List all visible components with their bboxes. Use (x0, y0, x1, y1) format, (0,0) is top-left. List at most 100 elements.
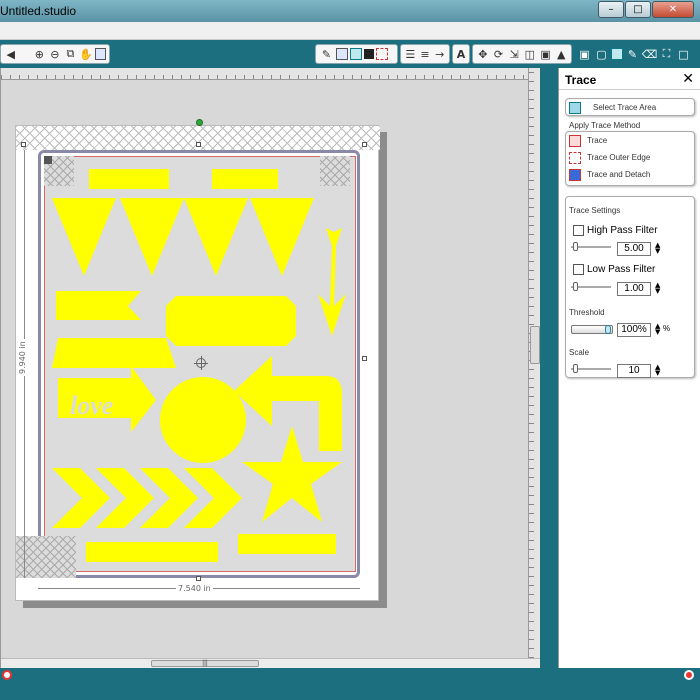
vertical-scroll-thumb[interactable] (530, 326, 540, 364)
select-trace-area-label: Select Trace Area (593, 103, 657, 112)
slider-knob[interactable] (573, 282, 578, 291)
flip-icon[interactable]: ◫ (523, 47, 537, 62)
scale-value-field[interactable]: 10 (617, 364, 651, 378)
window-title: Untitled.studio (0, 4, 77, 18)
trace-panel: Trace ✕ Select Trace Area Apply Trace Me… (558, 68, 700, 668)
title-bar: Untitled.studio – □ ✕ (0, 0, 700, 22)
dashed-box-icon[interactable] (376, 48, 388, 60)
high-pass-slider[interactable] (571, 242, 611, 251)
dash-lines-icon[interactable]: ≡ (419, 47, 432, 62)
bottom-banner-left (86, 542, 218, 562)
text-icon[interactable]: A (456, 47, 466, 62)
close-button[interactable]: ✕ (652, 1, 694, 18)
circle-shape (160, 377, 246, 463)
silhouette-logo-icon[interactable] (2, 670, 12, 680)
move-icon[interactable]: ✥ (476, 47, 490, 62)
zoom-in-icon[interactable]: ⊕ (33, 47, 47, 62)
cutting-mat[interactable]: 7.540 in 9.940 in love (15, 119, 380, 602)
hand-icon[interactable]: ✋ (79, 47, 93, 62)
trace-method-label: Trace (587, 136, 608, 145)
high-pass-spinner[interactable]: ▲ ▼ (655, 242, 660, 255)
align-icon[interactable]: ▣ (539, 47, 553, 62)
outer-edge-icon (569, 151, 581, 164)
fullscreen-icon[interactable]: ⛶ (659, 47, 674, 62)
slider-knob[interactable] (573, 242, 578, 251)
toolbar-transform-group: ✥ ⟳ ⇲ ◫ ▣ ▲ (472, 44, 572, 64)
scale-icon[interactable]: ⇲ (507, 47, 521, 62)
horizontal-scrollbar[interactable]: ||| (1, 658, 541, 668)
toolbar-text-group: A (452, 44, 470, 64)
offset-icon[interactable]: ▢ (594, 47, 609, 62)
low-pass-spinner[interactable]: ▲ ▼ (655, 282, 660, 295)
trace-method-label: Trace Outer Edge (587, 153, 651, 162)
pencil-icon[interactable]: ✎ (625, 47, 640, 62)
pennant-1 (52, 198, 116, 276)
trace-method-detach[interactable]: Trace and Detach (566, 166, 694, 183)
low-pass-filter-label: Low Pass Filter (587, 264, 656, 275)
low-pass-filter-row[interactable]: Low Pass Filter (573, 264, 655, 275)
select-area-icon (569, 101, 581, 114)
yellow-shapes-design[interactable]: love (16, 126, 380, 602)
trace-settings-label: Trace Settings (569, 206, 621, 215)
scale-slider[interactable] (571, 364, 611, 373)
send-to-cutter-icon[interactable] (684, 670, 694, 680)
fill-icon[interactable]: ✎ (319, 47, 334, 62)
ticket-label (166, 296, 296, 346)
low-pass-slider[interactable] (571, 282, 611, 291)
bookmark-tab (52, 338, 176, 368)
low-pass-value-field[interactable]: 1.00 (617, 282, 651, 296)
apply-trace-method-label: Apply Trace Method (569, 121, 641, 130)
slider-knob[interactable] (573, 364, 578, 373)
zoom-fit-icon[interactable]: ⧉ (64, 47, 78, 62)
top-banner-right (212, 169, 278, 189)
top-banner-left (89, 169, 169, 189)
threshold-spinner[interactable]: ▲ ▼ (655, 323, 660, 336)
flag-banner (56, 291, 141, 320)
trace-icon[interactable] (611, 48, 623, 60)
maximize-button[interactable]: □ (625, 1, 651, 18)
workspace-canvas[interactable]: ||| 7.540 in 9.940 in love (0, 68, 541, 668)
status-bar (0, 668, 700, 700)
panel-icon[interactable] (350, 48, 362, 60)
trace-method-trace[interactable]: Trace (566, 132, 694, 149)
black-box-icon[interactable] (364, 49, 374, 59)
pennant-2 (120, 198, 184, 276)
love-text: love (70, 391, 113, 420)
replicate-icon[interactable]: ▣ (577, 47, 592, 62)
bottom-banner-right (238, 534, 336, 554)
grid-icon[interactable] (336, 48, 348, 60)
select-trace-area-button[interactable]: Select Trace Area (565, 98, 695, 116)
rotate-icon[interactable]: ⟳ (492, 47, 506, 62)
trace-method-outer-edge[interactable]: Trace Outer Edge (566, 149, 694, 166)
send-icon[interactable]: ▲ (554, 47, 568, 62)
scale-spinner[interactable]: ▲ ▼ (655, 364, 660, 377)
toolbar-line-group: ☰ ≡ → (400, 44, 450, 64)
toolbar-zoom-group: ◀ ⊕ ⊖ ⧉ ✋ (0, 44, 110, 64)
toolbar-view-group: ✎ (315, 44, 398, 64)
trace-icon (569, 134, 581, 147)
threshold-knob[interactable] (605, 325, 611, 334)
threshold-slider[interactable] (571, 325, 613, 334)
eraser-icon[interactable]: ⌫ (642, 47, 658, 62)
horizontal-scroll-thumb[interactable]: ||| (151, 660, 259, 667)
panel-header: Trace ✕ (559, 68, 700, 90)
minimize-button[interactable]: – (598, 1, 624, 18)
panel-close-icon[interactable]: ✕ (682, 71, 694, 87)
high-pass-filter-checkbox[interactable] (573, 225, 584, 236)
menu-strip (0, 22, 700, 40)
rotate-handle[interactable] (196, 119, 203, 126)
lines-icon[interactable]: ☰ (404, 47, 417, 62)
arrow-left-icon[interactable]: ◀ (4, 47, 18, 62)
threshold-value-field[interactable]: 100% (617, 323, 651, 337)
zoom-out-icon[interactable]: ⊖ (48, 47, 62, 62)
window-controls: – □ ✕ (597, 1, 694, 18)
page-icon[interactable] (94, 48, 106, 60)
expand-icon[interactable]: □ (676, 47, 691, 62)
high-pass-filter-label: High Pass Filter (587, 225, 658, 236)
high-pass-value-field[interactable]: 5.00 (617, 242, 651, 256)
knife-icon[interactable]: → (433, 47, 446, 62)
toolbar: ◀ ⊕ ⊖ ⧉ ✋ ✎ ☰ ≡ → A ✥ ⟳ ⇲ ◫ ▣ ▲ ▣ ▢ ✎ ⌫ … (0, 40, 700, 68)
low-pass-filter-checkbox[interactable] (573, 264, 584, 275)
high-pass-filter-row[interactable]: High Pass Filter (573, 225, 658, 236)
toolbar-panel-group: ▣ ▢ ✎ ⌫ ⛶ □ (574, 44, 700, 64)
